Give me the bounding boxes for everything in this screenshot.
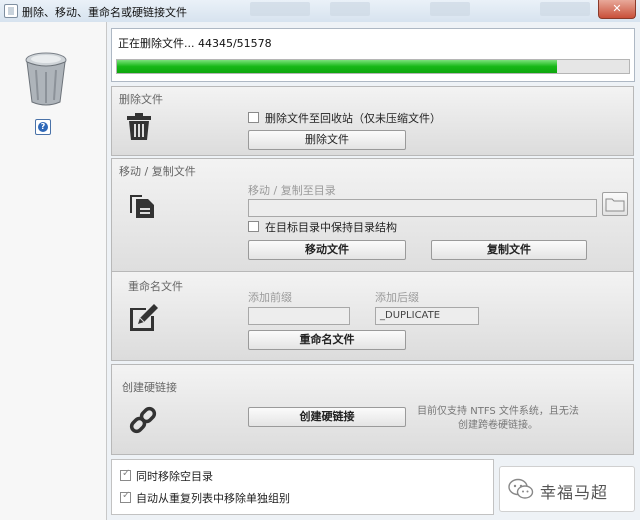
wechat-icon bbox=[508, 478, 534, 499]
progress-status: 正在删除文件... 44345/51578 bbox=[118, 37, 272, 50]
move-files-button[interactable]: 移动文件 bbox=[248, 240, 406, 260]
hardlink-panel: 创建硬链接 创建硬链接 目前仅支持 NTFS 文件系统，且无法创建跨卷硬链接。 bbox=[111, 364, 634, 455]
delete-panel-title: 删除文件 bbox=[119, 93, 163, 106]
remove-single-groups-label: 自动从重复列表中移除单独组别 bbox=[136, 492, 290, 505]
background-window-blur bbox=[540, 2, 590, 16]
background-window-blur bbox=[330, 2, 370, 16]
options-panel: 同时移除空目录 自动从重复列表中移除单独组别 bbox=[111, 459, 494, 515]
move-copy-panel: 移动 / 复制文件 移动 / 复制至目录 在目标目录中保持目录结构 移动文件 复… bbox=[111, 158, 634, 284]
hardlink-panel-title: 创建硬链接 bbox=[122, 381, 177, 394]
copy-icon bbox=[130, 195, 154, 218]
move-copy-panel-title: 移动 / 复制文件 bbox=[119, 165, 196, 178]
browse-folder-button[interactable] bbox=[602, 192, 628, 216]
delete-files-button[interactable]: 删除文件 bbox=[248, 130, 406, 150]
app-icon bbox=[4, 4, 18, 18]
suffix-input[interactable]: _DUPLICATE bbox=[375, 307, 479, 325]
watermark-text: 幸福马超 bbox=[540, 483, 609, 502]
remove-empty-dirs-label: 同时移除空目录 bbox=[136, 470, 213, 483]
background-window-blur bbox=[430, 2, 470, 16]
create-hardlink-button[interactable]: 创建硬链接 bbox=[248, 407, 406, 427]
prefix-label: 添加前缀 bbox=[248, 291, 292, 304]
remove-empty-dirs-checkbox[interactable] bbox=[120, 468, 131, 481]
background-window-blur bbox=[250, 2, 310, 16]
link-icon bbox=[129, 406, 157, 434]
folder-icon bbox=[605, 198, 625, 212]
suffix-label: 添加后缀 bbox=[375, 291, 419, 304]
rename-panel-title: 重命名文件 bbox=[128, 280, 183, 293]
trash-bin-icon bbox=[25, 52, 67, 106]
keep-structure-checkbox[interactable] bbox=[248, 221, 259, 232]
target-directory-input[interactable] bbox=[248, 199, 597, 217]
main-area: 正在删除文件... 44345/51578 删除文件 删除文件至回收站（仅未压缩… bbox=[107, 22, 640, 520]
recycle-bin-label: 删除文件至回收站（仅未压缩文件） bbox=[265, 112, 441, 125]
window-title: 删除、移动、重命名或硬链接文件 bbox=[22, 6, 187, 19]
remove-single-groups-checkbox[interactable] bbox=[120, 490, 131, 503]
close-button[interactable]: ✕ bbox=[598, 0, 636, 19]
progress-panel: 正在删除文件... 44345/51578 bbox=[111, 28, 635, 82]
left-pane: ? bbox=[0, 22, 107, 520]
copy-files-button[interactable]: 复制文件 bbox=[431, 240, 587, 260]
delete-panel: 删除文件 删除文件至回收站（仅未压缩文件） 删除文件 bbox=[111, 86, 634, 156]
trash-icon bbox=[127, 113, 151, 140]
rename-panel: 重命名文件 添加前缀 添加后缀 _DUPLICATE 重命名文件 bbox=[111, 271, 634, 361]
prefix-input[interactable] bbox=[248, 307, 350, 325]
edit-icon bbox=[130, 304, 158, 331]
rename-files-button[interactable]: 重命名文件 bbox=[248, 330, 406, 350]
progress-bar bbox=[116, 59, 630, 74]
title-bar: 删除、移动、重命名或硬链接文件 ✕ bbox=[0, 0, 640, 23]
hardlink-note: 目前仅支持 NTFS 文件系统，且无法创建跨卷硬链接。 bbox=[417, 406, 579, 431]
keep-structure-label: 在目标目录中保持目录结构 bbox=[265, 221, 397, 234]
recycle-bin-checkbox[interactable] bbox=[248, 112, 259, 123]
target-directory-label: 移动 / 复制至目录 bbox=[248, 184, 336, 197]
help-icon[interactable]: ? bbox=[35, 119, 51, 135]
progress-fill bbox=[117, 60, 558, 73]
watermark: 幸福马超 bbox=[499, 466, 635, 512]
